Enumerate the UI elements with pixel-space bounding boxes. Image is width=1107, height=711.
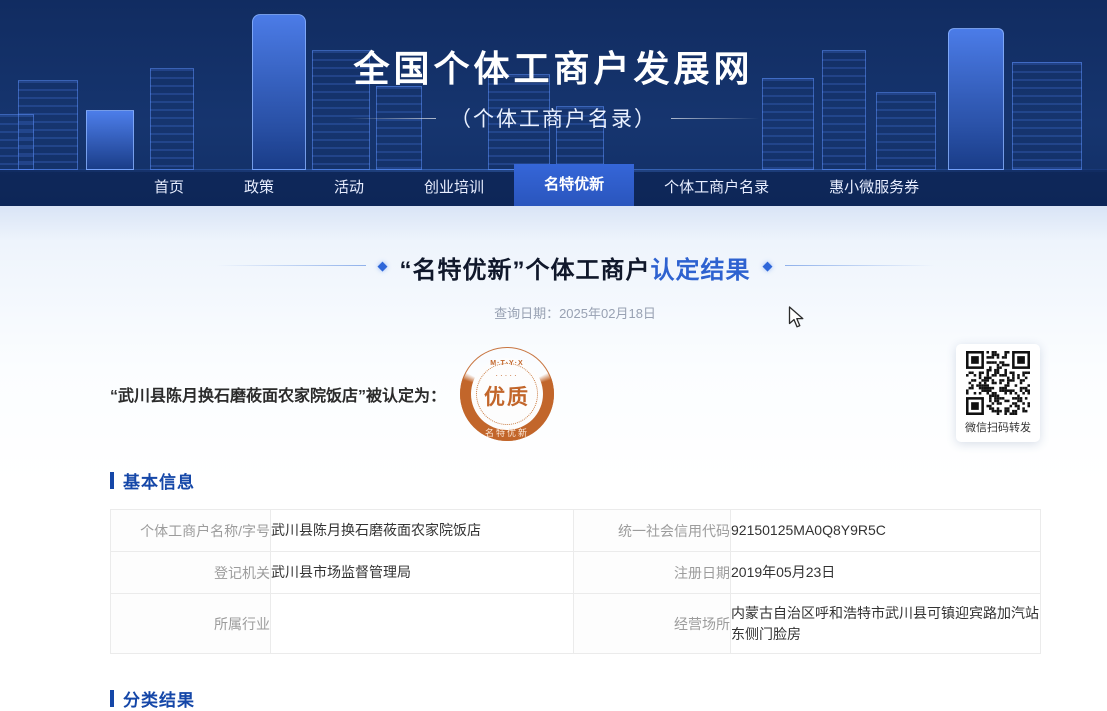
nav-item-directory[interactable]: 个体工商户名录: [634, 170, 799, 206]
section-basic-info: 基本信息: [110, 468, 1040, 493]
diamond-icon: ◆: [378, 258, 388, 274]
seal-center-text: 优质: [460, 381, 554, 411]
query-date-label: 查询日期：: [494, 306, 559, 321]
cell-label: 个体工商户名称/字号: [111, 510, 271, 552]
cell-value: [271, 594, 574, 654]
cell-label: 注册日期: [574, 552, 731, 594]
qr-code: [966, 351, 1030, 415]
site-subtitle: （个体工商户名录）: [0, 103, 1107, 133]
section-classification: 分类结果: [110, 686, 1040, 711]
seal-stars: ·····: [460, 373, 554, 379]
page: 全国个体工商户发展网 （个体工商户名录） 首页 政策 活动 创业培训 名特优新 …: [0, 0, 1107, 711]
section-bar: [110, 472, 114, 489]
main-nav: 首页 政策 活动 创业培训 名特优新 个体工商户名录 惠小微服务券: [0, 170, 1107, 206]
title-line-right: [785, 265, 935, 266]
cell-value: 武川县市场监督管理局: [271, 552, 574, 594]
table-row: 登记机关 武川县市场监督管理局 注册日期 2019年05月23日: [111, 552, 1041, 594]
subtitle-line-left: [348, 118, 436, 119]
certification-statement: “武川县陈月换石磨莜面农家院饭店”被认定为：: [110, 382, 446, 406]
cell-label: 登记机关: [111, 552, 271, 594]
title-line-left: [216, 265, 366, 266]
nav-item-policy[interactable]: 政策: [214, 170, 304, 206]
table-row: 个体工商户名称/字号 武川县陈月换石磨莜面农家院饭店 统一社会信用代码 9215…: [111, 510, 1041, 552]
nav-item-voucher[interactable]: 惠小微服务券: [799, 170, 949, 206]
site-banner: 全国个体工商户发展网 （个体工商户名录） 首页 政策 活动 创业培训 名特优新 …: [0, 0, 1107, 206]
site-title: 全国个体工商户发展网: [0, 40, 1107, 92]
qr-caption: 微信扫码转发: [956, 419, 1040, 435]
result-title-accent: 认定结果: [651, 257, 751, 284]
cell-label: 经营场所: [574, 594, 731, 654]
query-date-value: 2025年02月18日: [559, 306, 656, 321]
cell-value: 92150125MA0Q8Y9R5C: [731, 510, 1041, 552]
cell-value: 内蒙古自治区呼和浩特市武川县可镇迎宾路加汽站东侧门脸房: [731, 594, 1041, 654]
nav-item-training[interactable]: 创业培训: [394, 170, 514, 206]
certification-row: “武川县陈月换石磨莜面农家院饭店”被认定为： M·T·Y·X ····· 优质 …: [110, 344, 1040, 444]
nav-item-activity[interactable]: 活动: [304, 170, 394, 206]
section-basic-info-title: 基本信息: [123, 468, 195, 493]
quality-seal-badge: M·T·Y·X ····· 优质 名特优新: [460, 347, 554, 441]
result-title-main: “名特优新”个体工商户: [400, 257, 651, 284]
query-date: 查询日期：2025年02月18日: [110, 303, 1040, 322]
result-title: ◆ “名特优新”个体工商户认定结果 ◆: [110, 206, 1040, 285]
seal-top-text: M·T·Y·X: [460, 360, 554, 367]
cell-value: 2019年05月23日: [731, 552, 1041, 594]
nav-item-mtyx[interactable]: 名特优新: [514, 164, 634, 206]
nav-item-home[interactable]: 首页: [124, 170, 214, 206]
section-bar: [110, 690, 114, 707]
main-content: ◆ “名特优新”个体工商户认定结果 ◆ 查询日期：2025年02月18日 “武川县陈…: [0, 206, 1107, 711]
seal-bottom-text: 名特优新: [460, 426, 554, 439]
wechat-qr-card[interactable]: 微信扫码转发: [956, 344, 1040, 442]
cell-label: 统一社会信用代码: [574, 510, 731, 552]
diamond-icon: ◆: [763, 258, 773, 274]
building-graphic: [252, 14, 306, 170]
cell-label: 所属行业: [111, 594, 271, 654]
section-classification-title: 分类结果: [123, 686, 195, 711]
basic-info-table: 个体工商户名称/字号 武川县陈月换石磨莜面农家院饭店 统一社会信用代码 9215…: [110, 509, 1041, 654]
site-subtitle-text: （个体工商户名录）: [450, 108, 657, 131]
subtitle-line-right: [671, 118, 759, 119]
table-row: 所属行业 经营场所 内蒙古自治区呼和浩特市武川县可镇迎宾路加汽站东侧门脸房: [111, 594, 1041, 654]
cell-value: 武川县陈月换石磨莜面农家院饭店: [271, 510, 574, 552]
